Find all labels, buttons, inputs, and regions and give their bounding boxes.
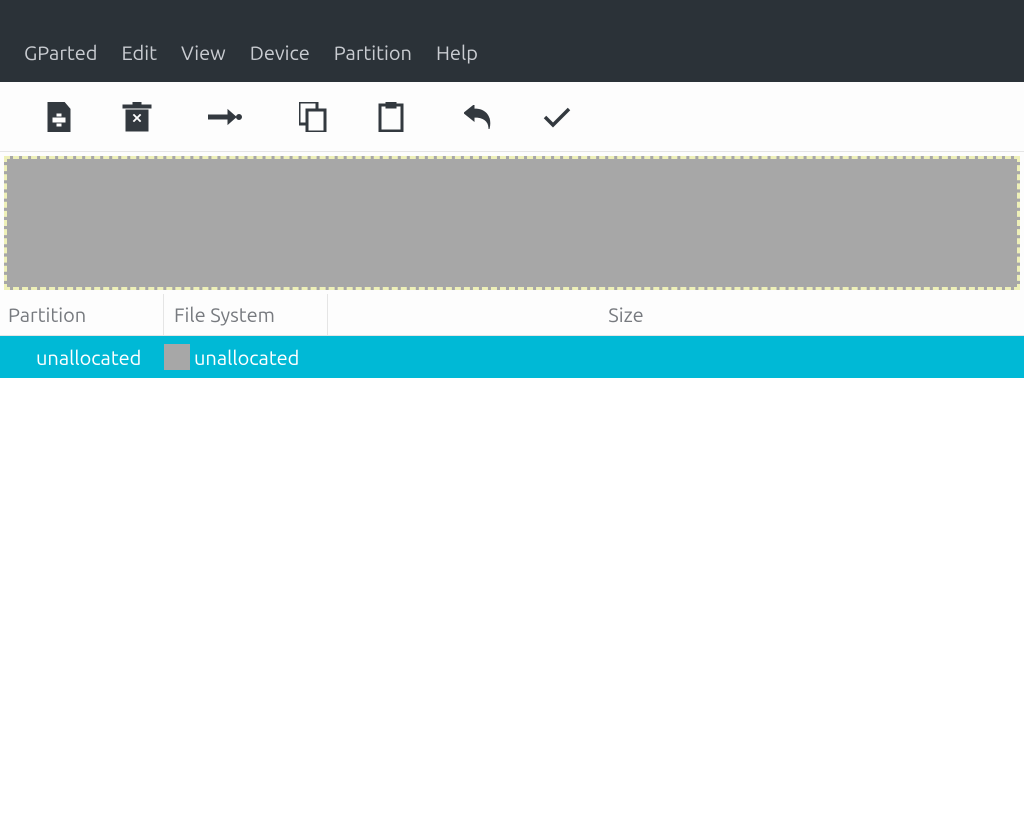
row-partition-label: unallocated [0,346,164,369]
document-plus-icon [45,102,73,132]
column-header-filesystem[interactable]: File System [164,294,328,335]
arrow-right-icon [208,107,242,127]
paste-button[interactable] [352,82,430,152]
partition-unallocated-bar[interactable] [4,156,1020,290]
check-icon [543,106,571,128]
partition-visual-area [0,152,1024,294]
clipboard-icon [378,102,404,132]
undo-icon [464,105,494,129]
menu-view[interactable]: View [169,37,238,68]
delete-button[interactable] [98,82,176,152]
menu-gparted[interactable]: GParted [12,37,109,68]
table-row[interactable]: unallocated unallocated [0,336,1024,378]
menubar: GParted Edit View Device Partition Help [0,0,1024,82]
resize-move-button[interactable] [186,82,264,152]
menu-edit[interactable]: Edit [109,37,168,68]
column-header-size[interactable]: Size [328,303,1024,326]
filesystem-color-swatch [164,344,190,370]
undo-button[interactable] [440,82,518,152]
menu-device[interactable]: Device [238,37,322,68]
copy-button[interactable] [274,82,352,152]
toolbar [0,82,1024,152]
column-header-partition[interactable]: Partition [0,294,164,335]
new-partition-button[interactable] [20,82,98,152]
apply-button[interactable] [518,82,596,152]
trash-icon [121,102,153,132]
row-filesystem-label: unallocated [194,346,299,369]
menu-partition[interactable]: Partition [322,37,424,68]
menu-help[interactable]: Help [424,37,490,68]
copy-icon [299,102,327,132]
row-filesystem-cell: unallocated [164,344,364,370]
table-header: Partition File System Size [0,294,1024,336]
